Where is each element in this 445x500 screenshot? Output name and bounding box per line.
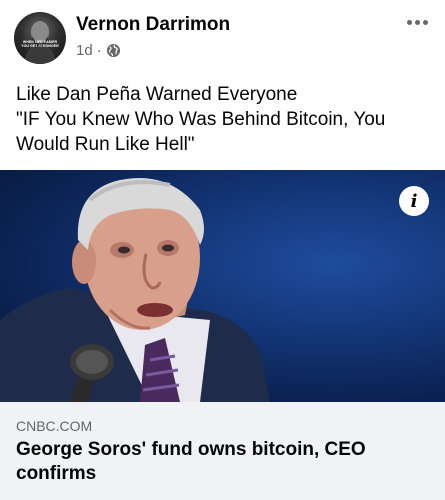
link-title: George Soros' fund owns bitcoin, CEO con… <box>16 438 426 486</box>
globe-icon[interactable] <box>106 43 121 58</box>
post-header: WHEN LIFE EASIER YOU GET STRONGER Vernon… <box>0 0 445 78</box>
more-options-icon[interactable] <box>403 10 431 34</box>
link-title-line: confirms <box>16 463 97 484</box>
avatar-caption-line2: YOU GET STRONGER <box>21 44 59 48</box>
author-name[interactable]: Vernon Darrimon <box>76 14 230 36</box>
post-meta: 1d · <box>76 42 121 59</box>
post-text-line: "IF You Knew Who Was Behind Bitcoin, You <box>16 109 386 130</box>
post-text-line: Would Run Like Hell" <box>16 134 195 155</box>
post-time[interactable]: 1d <box>76 42 93 59</box>
author-avatar[interactable]: WHEN LIFE EASIER YOU GET STRONGER <box>14 12 66 64</box>
more-dot <box>422 19 428 25</box>
link-card[interactable]: CNBC.COM George Soros' fund owns bitcoin… <box>0 402 445 500</box>
post-text: Like Dan Peña Warned Everyone "IF You Kn… <box>16 82 431 157</box>
link-domain: CNBC.COM <box>16 418 93 434</box>
link-preview-image[interactable] <box>0 170 445 402</box>
meta-separator: · <box>96 42 102 59</box>
info-icon[interactable]: i <box>399 186 429 216</box>
post-text-line: Like Dan Peña Warned Everyone <box>16 84 298 105</box>
more-dot <box>406 19 412 25</box>
link-title-line: George Soros' fund owns bitcoin, CEO <box>16 439 366 460</box>
portrait-illustration <box>0 178 270 402</box>
more-dot <box>414 19 420 25</box>
